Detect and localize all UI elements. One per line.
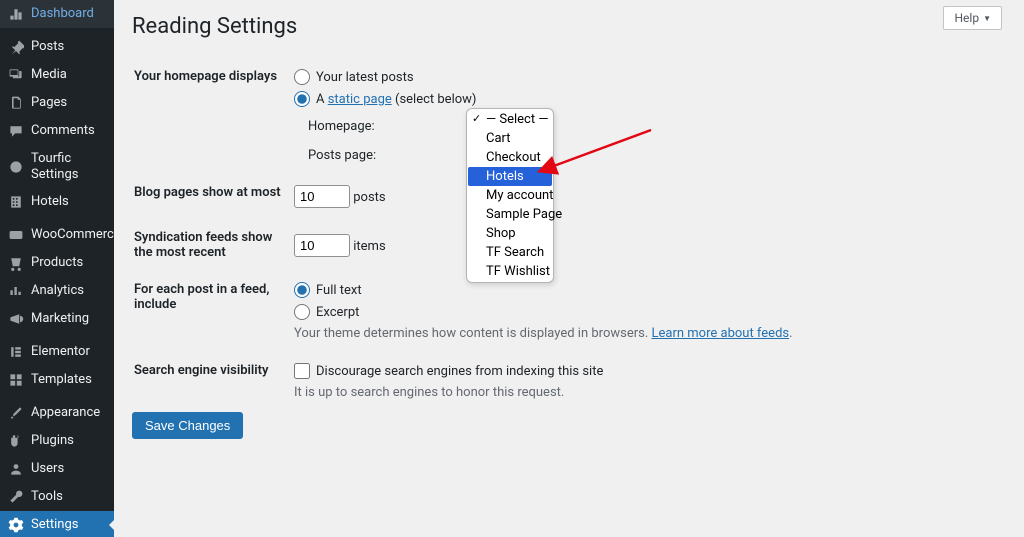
brush-icon <box>8 405 24 421</box>
posts-page-select-label: Posts page: <box>308 148 382 163</box>
sidebar-item-label: Elementor <box>31 344 90 360</box>
sidebar-item-plugins[interactable]: Plugins <box>0 427 114 455</box>
dropdown-option[interactable]: Checkout <box>468 148 552 167</box>
sidebar-item-elementor[interactable]: Elementor <box>0 338 114 366</box>
excerpt-radio[interactable] <box>294 304 310 320</box>
sidebar-item-dashboard[interactable]: Dashboard <box>0 0 114 28</box>
dropdown-option[interactable]: Cart <box>468 129 552 148</box>
media-icon <box>8 67 24 83</box>
analytics-icon <box>8 283 24 299</box>
woo-icon <box>8 227 24 243</box>
sidebar-item-settings[interactable]: Settings <box>0 511 114 537</box>
sidebar-item-label: Tools <box>31 489 63 505</box>
dropdown-option[interactable]: — Select — <box>468 110 552 129</box>
discourage-label[interactable]: Discourage search engines from indexing … <box>316 364 603 379</box>
sidebar-item-label: Media <box>31 67 67 83</box>
sidebar-item-label: Users <box>31 461 64 477</box>
elementor-icon <box>8 344 24 360</box>
admin-sidebar: Dashboard Posts Media Pages Comments Tou… <box>0 0 114 537</box>
sidebar-item-comments[interactable]: Comments <box>0 117 114 145</box>
sidebar-item-label: Tourfic Settings <box>31 151 106 182</box>
megaphone-icon <box>8 311 24 327</box>
pin-icon <box>8 39 24 55</box>
homepage-select-label: Homepage: <box>308 119 382 134</box>
sidebar-item-label: Plugins <box>31 433 74 449</box>
sidebar-item-label: Analytics <box>31 283 84 299</box>
syndication-input[interactable] <box>294 234 350 257</box>
feed-desc: Your theme determines how content is dis… <box>294 326 1004 341</box>
help-button[interactable]: Help ▼ <box>943 6 1002 30</box>
sidebar-item-appearance[interactable]: Appearance <box>0 399 114 427</box>
dropdown-option[interactable]: Hotels <box>468 167 552 186</box>
dropdown-option[interactable]: Shop <box>468 224 552 243</box>
sidebar-item-analytics[interactable]: Analytics <box>0 277 114 305</box>
main-content: Help ▼ Reading Settings Your homepage di… <box>114 0 1024 537</box>
plugin-icon <box>8 433 24 449</box>
static-page-link[interactable]: static page <box>328 92 392 107</box>
sidebar-item-users[interactable]: Users <box>0 455 114 483</box>
wrench-icon <box>8 489 24 505</box>
sidebar-item-label: Pages <box>31 95 67 111</box>
syndication-heading: Syndication feeds show the most recent <box>134 220 292 270</box>
sidebar-item-media[interactable]: Media <box>0 61 114 89</box>
sidebar-item-label: Comments <box>31 123 95 139</box>
sidebar-item-label: Dashboard <box>31 6 94 22</box>
settings-icon <box>8 517 24 533</box>
sidebar-item-hotels[interactable]: Hotels <box>0 188 114 216</box>
static-page-label[interactable]: A static page (select below) <box>316 92 476 107</box>
syndication-suffix: items <box>353 239 385 254</box>
sidebar-item-label: Settings <box>31 517 78 533</box>
search-visibility-heading: Search engine visibility <box>134 353 292 410</box>
sidebar-item-templates[interactable]: Templates <box>0 366 114 394</box>
blog-pages-input[interactable] <box>294 185 350 208</box>
sidebar-item-pages[interactable]: Pages <box>0 89 114 117</box>
sidebar-item-marketing[interactable]: Marketing <box>0 305 114 333</box>
sidebar-item-label: Posts <box>31 39 64 55</box>
sidebar-item-label: Hotels <box>31 194 69 210</box>
chevron-down-icon: ▼ <box>983 14 991 23</box>
search-desc: It is up to search engines to honor this… <box>294 385 1004 400</box>
homepage-displays-heading: Your homepage displays <box>134 59 292 173</box>
feed-post-heading: For each post in a feed, include <box>134 272 292 351</box>
templates-icon <box>8 372 24 388</box>
dropdown-option[interactable]: My account <box>468 186 552 205</box>
products-icon <box>8 255 24 271</box>
sidebar-item-label: Products <box>31 255 83 271</box>
help-label: Help <box>954 11 979 25</box>
save-changes-button[interactable]: Save Changes <box>132 412 243 439</box>
pages-icon <box>8 95 24 111</box>
page-title: Reading Settings <box>132 14 1006 39</box>
homepage-select-dropdown[interactable]: — Select — Cart Checkout Hotels My accou… <box>466 108 554 283</box>
dropdown-option[interactable]: TF Search <box>468 243 552 262</box>
tourfic-icon <box>8 159 24 175</box>
latest-posts-radio[interactable] <box>294 69 310 85</box>
excerpt-label[interactable]: Excerpt <box>316 305 359 320</box>
sidebar-item-label: Templates <box>31 372 92 388</box>
sidebar-item-label: Marketing <box>31 311 89 327</box>
sidebar-item-label: WooCommerce <box>31 227 114 243</box>
users-icon <box>8 461 24 477</box>
full-text-radio[interactable] <box>294 282 310 298</box>
dashboard-icon <box>8 6 24 22</box>
sidebar-item-tourfic[interactable]: Tourfic Settings <box>0 145 114 188</box>
building-icon <box>8 194 24 210</box>
discourage-checkbox[interactable] <box>294 363 310 379</box>
sidebar-item-woocommerce[interactable]: WooCommerce <box>0 221 114 249</box>
latest-posts-label[interactable]: Your latest posts <box>316 70 414 85</box>
sidebar-item-label: Appearance <box>31 405 100 421</box>
dropdown-option[interactable]: TF Wishlist <box>468 262 552 281</box>
static-page-radio[interactable] <box>294 91 310 107</box>
sidebar-item-tools[interactable]: Tools <box>0 483 114 511</box>
sidebar-item-posts[interactable]: Posts <box>0 33 114 61</box>
dropdown-option[interactable]: Sample Page <box>468 205 552 224</box>
blog-pages-suffix: posts <box>353 190 385 205</box>
comments-icon <box>8 123 24 139</box>
sidebar-item-products[interactable]: Products <box>0 249 114 277</box>
blog-pages-heading: Blog pages show at most <box>134 175 292 218</box>
full-text-label[interactable]: Full text <box>316 283 362 298</box>
learn-feeds-link[interactable]: Learn more about feeds <box>652 326 790 341</box>
